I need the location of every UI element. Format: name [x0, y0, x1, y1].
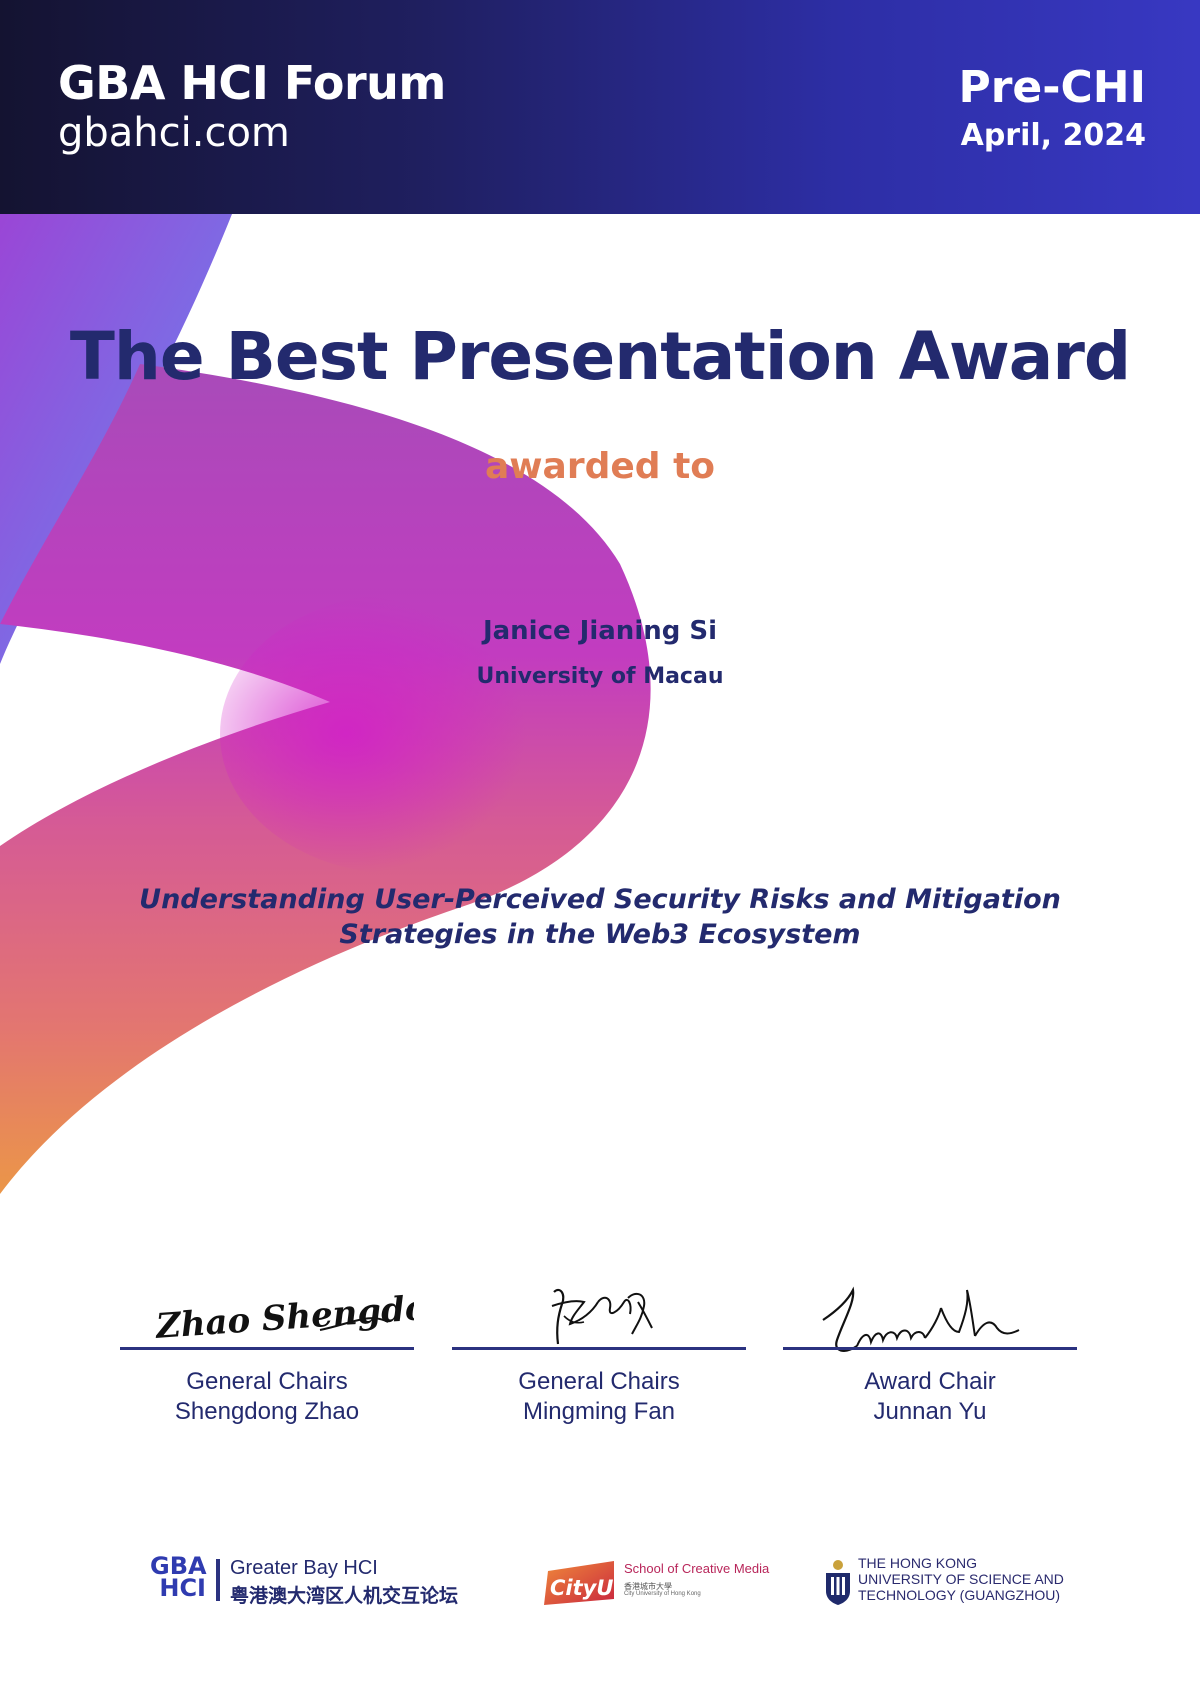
- cityu-name-en: City University of Hong Kong: [624, 1591, 701, 1597]
- cityu-badge-icon: CityU: [544, 1561, 614, 1605]
- brand-url: gbahci.com: [58, 110, 290, 156]
- gba-hci-mark: GBA HCI: [150, 1552, 207, 1602]
- recipient-affiliation: University of Macau: [476, 664, 724, 689]
- recipient-name: Janice Jianing Si: [482, 616, 718, 646]
- event-name: Pre-CHI: [958, 62, 1146, 113]
- brand-title: GBA HCI Forum: [58, 56, 446, 110]
- signature-block-junnan-yu: Award Chair Junnan Yu: [783, 1272, 1077, 1472]
- gba-name-cn: 粤港澳大湾区人机交互论坛: [230, 1585, 459, 1607]
- hkust-name: THE HONG KONG UNIVERSITY OF SCIENCE AND …: [858, 1555, 1064, 1603]
- signatory-name: Junnan Yu: [873, 1398, 987, 1425]
- hkust-crest-icon: [826, 1560, 850, 1605]
- award-title: The Best Presentation Award: [69, 318, 1131, 395]
- signatory-role: General Chairs: [186, 1368, 348, 1395]
- signature-line: [120, 1347, 414, 1350]
- logo-divider: [216, 1559, 220, 1601]
- gba-hci-logo: GBA HCI Greater Bay HCI 粤港澳大湾区人机交互论坛: [150, 1552, 480, 1615]
- cityu-scm-logo: CityU School of Creative Media 香港城市大學 Ci…: [542, 1555, 769, 1615]
- gba-name-en: Greater Bay HCI: [230, 1557, 378, 1579]
- signature-block-shengdong-zhao: Zhao Shengdong General Chairs Shengdong …: [120, 1272, 414, 1472]
- signatory-name: Mingming Fan: [522, 1398, 676, 1425]
- header-banner: GBA HCI Forum gbahci.com Pre-CHI April, …: [0, 0, 1200, 214]
- certificate-page: GBA HCI Forum gbahci.com Pre-CHI April, …: [0, 0, 1200, 1697]
- hkust-gz-logo: THE HONG KONG UNIVERSITY OF SCIENCE AND …: [824, 1555, 1084, 1615]
- paper-title: Understanding User-Perceived Security Ri…: [120, 882, 1080, 952]
- signature-line: [452, 1347, 746, 1350]
- cityu-school-name: School of Creative Media: [624, 1561, 770, 1576]
- event-date: April, 2024: [960, 118, 1146, 153]
- svg-text:CityU: CityU: [550, 1576, 613, 1600]
- signatory-role: General Chairs: [518, 1368, 680, 1395]
- paper-title-line1: Understanding User-Perceived Security Ri…: [139, 884, 1061, 915]
- handwritten-signature-fan: [551, 1288, 653, 1345]
- signatory-name: Shengdong Zhao: [174, 1398, 360, 1425]
- awarded-to-label: awarded to: [484, 446, 716, 487]
- signature-line: [783, 1347, 1077, 1350]
- svg-text:Zhao Shengdong: Zhao Shengdong: [153, 1285, 414, 1347]
- handwritten-signature-zhao: Zhao Shengdong: [153, 1285, 414, 1347]
- signatory-role: Award Chair: [864, 1368, 996, 1395]
- paper-title-line2: Strategies in the Web3 Ecosystem: [339, 919, 861, 950]
- signature-block-mingming-fan: General Chairs Mingming Fan: [452, 1272, 746, 1472]
